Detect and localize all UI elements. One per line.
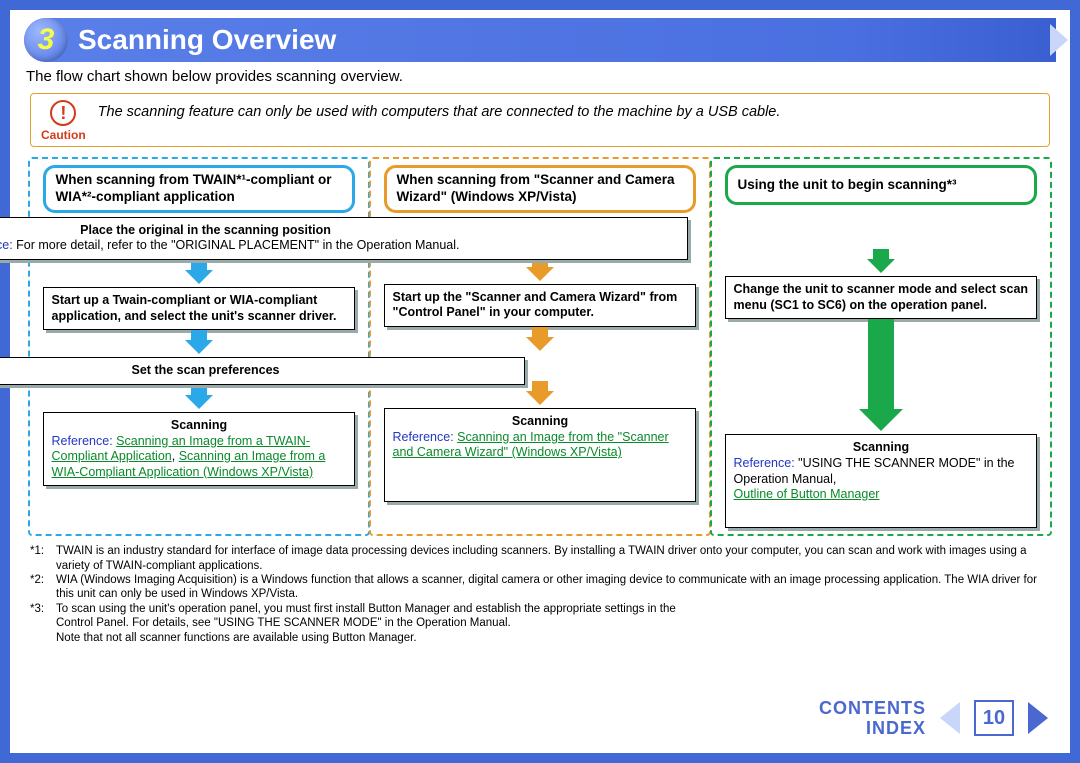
caution-label: Caution (41, 128, 86, 142)
arrow-down-icon (526, 391, 554, 405)
link-outline-button-manager[interactable]: Outline of Button Manager (734, 487, 880, 501)
arrow-down-icon (532, 327, 548, 337)
contents-link[interactable]: CONTENTS (819, 698, 926, 719)
footnote-key-3: *3: (30, 602, 56, 631)
arrow-down-icon (867, 259, 895, 273)
column-header-unit: Using the unit to begin scanning*³ (725, 165, 1038, 205)
nav-bar: CONTENTS INDEX 10 (819, 698, 1048, 739)
chapter-number-badge: 3 (24, 18, 68, 62)
flow-column-twain: When scanning from TWAIN*¹-compliant or … (28, 157, 370, 536)
scanning-title: Scanning (734, 440, 1029, 456)
step-scanning-unit: Scanning Reference: "USING THE SCANNER M… (725, 434, 1038, 528)
arrow-down-icon (191, 385, 207, 395)
footnotes: *1:TWAIN is an industry standard for int… (30, 544, 1050, 645)
reference-label: Reference: (0, 238, 13, 252)
column-header-wizard: When scanning from "Scanner and Camera W… (384, 165, 697, 213)
page-frame: 3 Scanning Overview The flow chart shown… (0, 0, 1080, 763)
flowchart: When scanning from TWAIN*¹-compliant or … (28, 157, 1052, 536)
arrow-down-icon (532, 381, 548, 391)
arrow-down-icon (185, 270, 213, 284)
step-place-original: Place the original in the scanning posit… (0, 217, 688, 260)
reference-label: Reference: (393, 430, 454, 444)
footnote-1: TWAIN is an industry standard for interf… (56, 544, 1050, 573)
step-set-preferences: Set the scan preferences (0, 357, 525, 385)
chevron-right-icon (1050, 24, 1068, 56)
step-place-original-title: Place the original in the scanning posit… (80, 223, 331, 237)
arrow-down-icon (185, 395, 213, 409)
footnote-key-1: *1: (30, 544, 56, 573)
index-link[interactable]: INDEX (819, 718, 926, 739)
flow-column-wizard: When scanning from "Scanner and Camera W… (369, 157, 711, 536)
prev-page-button[interactable] (940, 702, 960, 734)
step-change-unit-mode: Change the unit to scanner mode and sele… (725, 276, 1038, 319)
step-scanning-wizard: Scanning Reference: Scanning an Image fr… (384, 408, 697, 502)
footnote-key-2: *2: (30, 573, 56, 602)
next-page-button[interactable] (1028, 702, 1048, 734)
caution-icon: ! (50, 100, 76, 126)
arrow-down-icon (868, 319, 894, 409)
arrow-down-icon (859, 409, 903, 431)
arrow-down-icon (526, 337, 554, 351)
flow-column-unit: Using the unit to begin scanning*³ Chang… (710, 157, 1052, 536)
footnote-note: Note that not all scanner functions are … (56, 631, 417, 645)
intro-text: The flow chart shown below provides scan… (26, 68, 1054, 85)
chapter-title: Scanning Overview (78, 24, 336, 56)
step-place-original-ref: For more detail, refer to the "ORIGINAL … (13, 238, 460, 252)
step-start-twain-app: Start up a Twain-compliant or WIA-compli… (43, 287, 356, 330)
arrow-down-icon (873, 249, 889, 259)
scanning-title: Scanning (52, 418, 347, 434)
arrow-down-icon (191, 260, 207, 270)
footnote-3: To scan using the unit's operation panel… (56, 602, 696, 631)
step-scanning-twain: Scanning Reference: Scanning an Image fr… (43, 412, 356, 487)
page-number: 10 (974, 700, 1014, 736)
column-header-twain: When scanning from TWAIN*¹-compliant or … (43, 165, 356, 213)
scanning-title: Scanning (393, 414, 688, 430)
arrow-down-icon (526, 267, 554, 281)
footnote-2: WIA (Windows Imaging Acquisition) is a W… (56, 573, 1050, 602)
caution-box: ! Caution The scanning feature can only … (30, 93, 1050, 147)
reference-label: Reference: (52, 434, 113, 448)
caution-text: The scanning feature can only be used wi… (98, 100, 781, 120)
chapter-header: 3 Scanning Overview (24, 18, 1056, 62)
arrow-down-icon (185, 340, 213, 354)
step-start-wizard: Start up the "Scanner and Camera Wizard"… (384, 284, 697, 327)
arrow-down-icon (191, 330, 207, 340)
spacer (718, 209, 1044, 249)
reference-label: Reference: (734, 456, 795, 470)
